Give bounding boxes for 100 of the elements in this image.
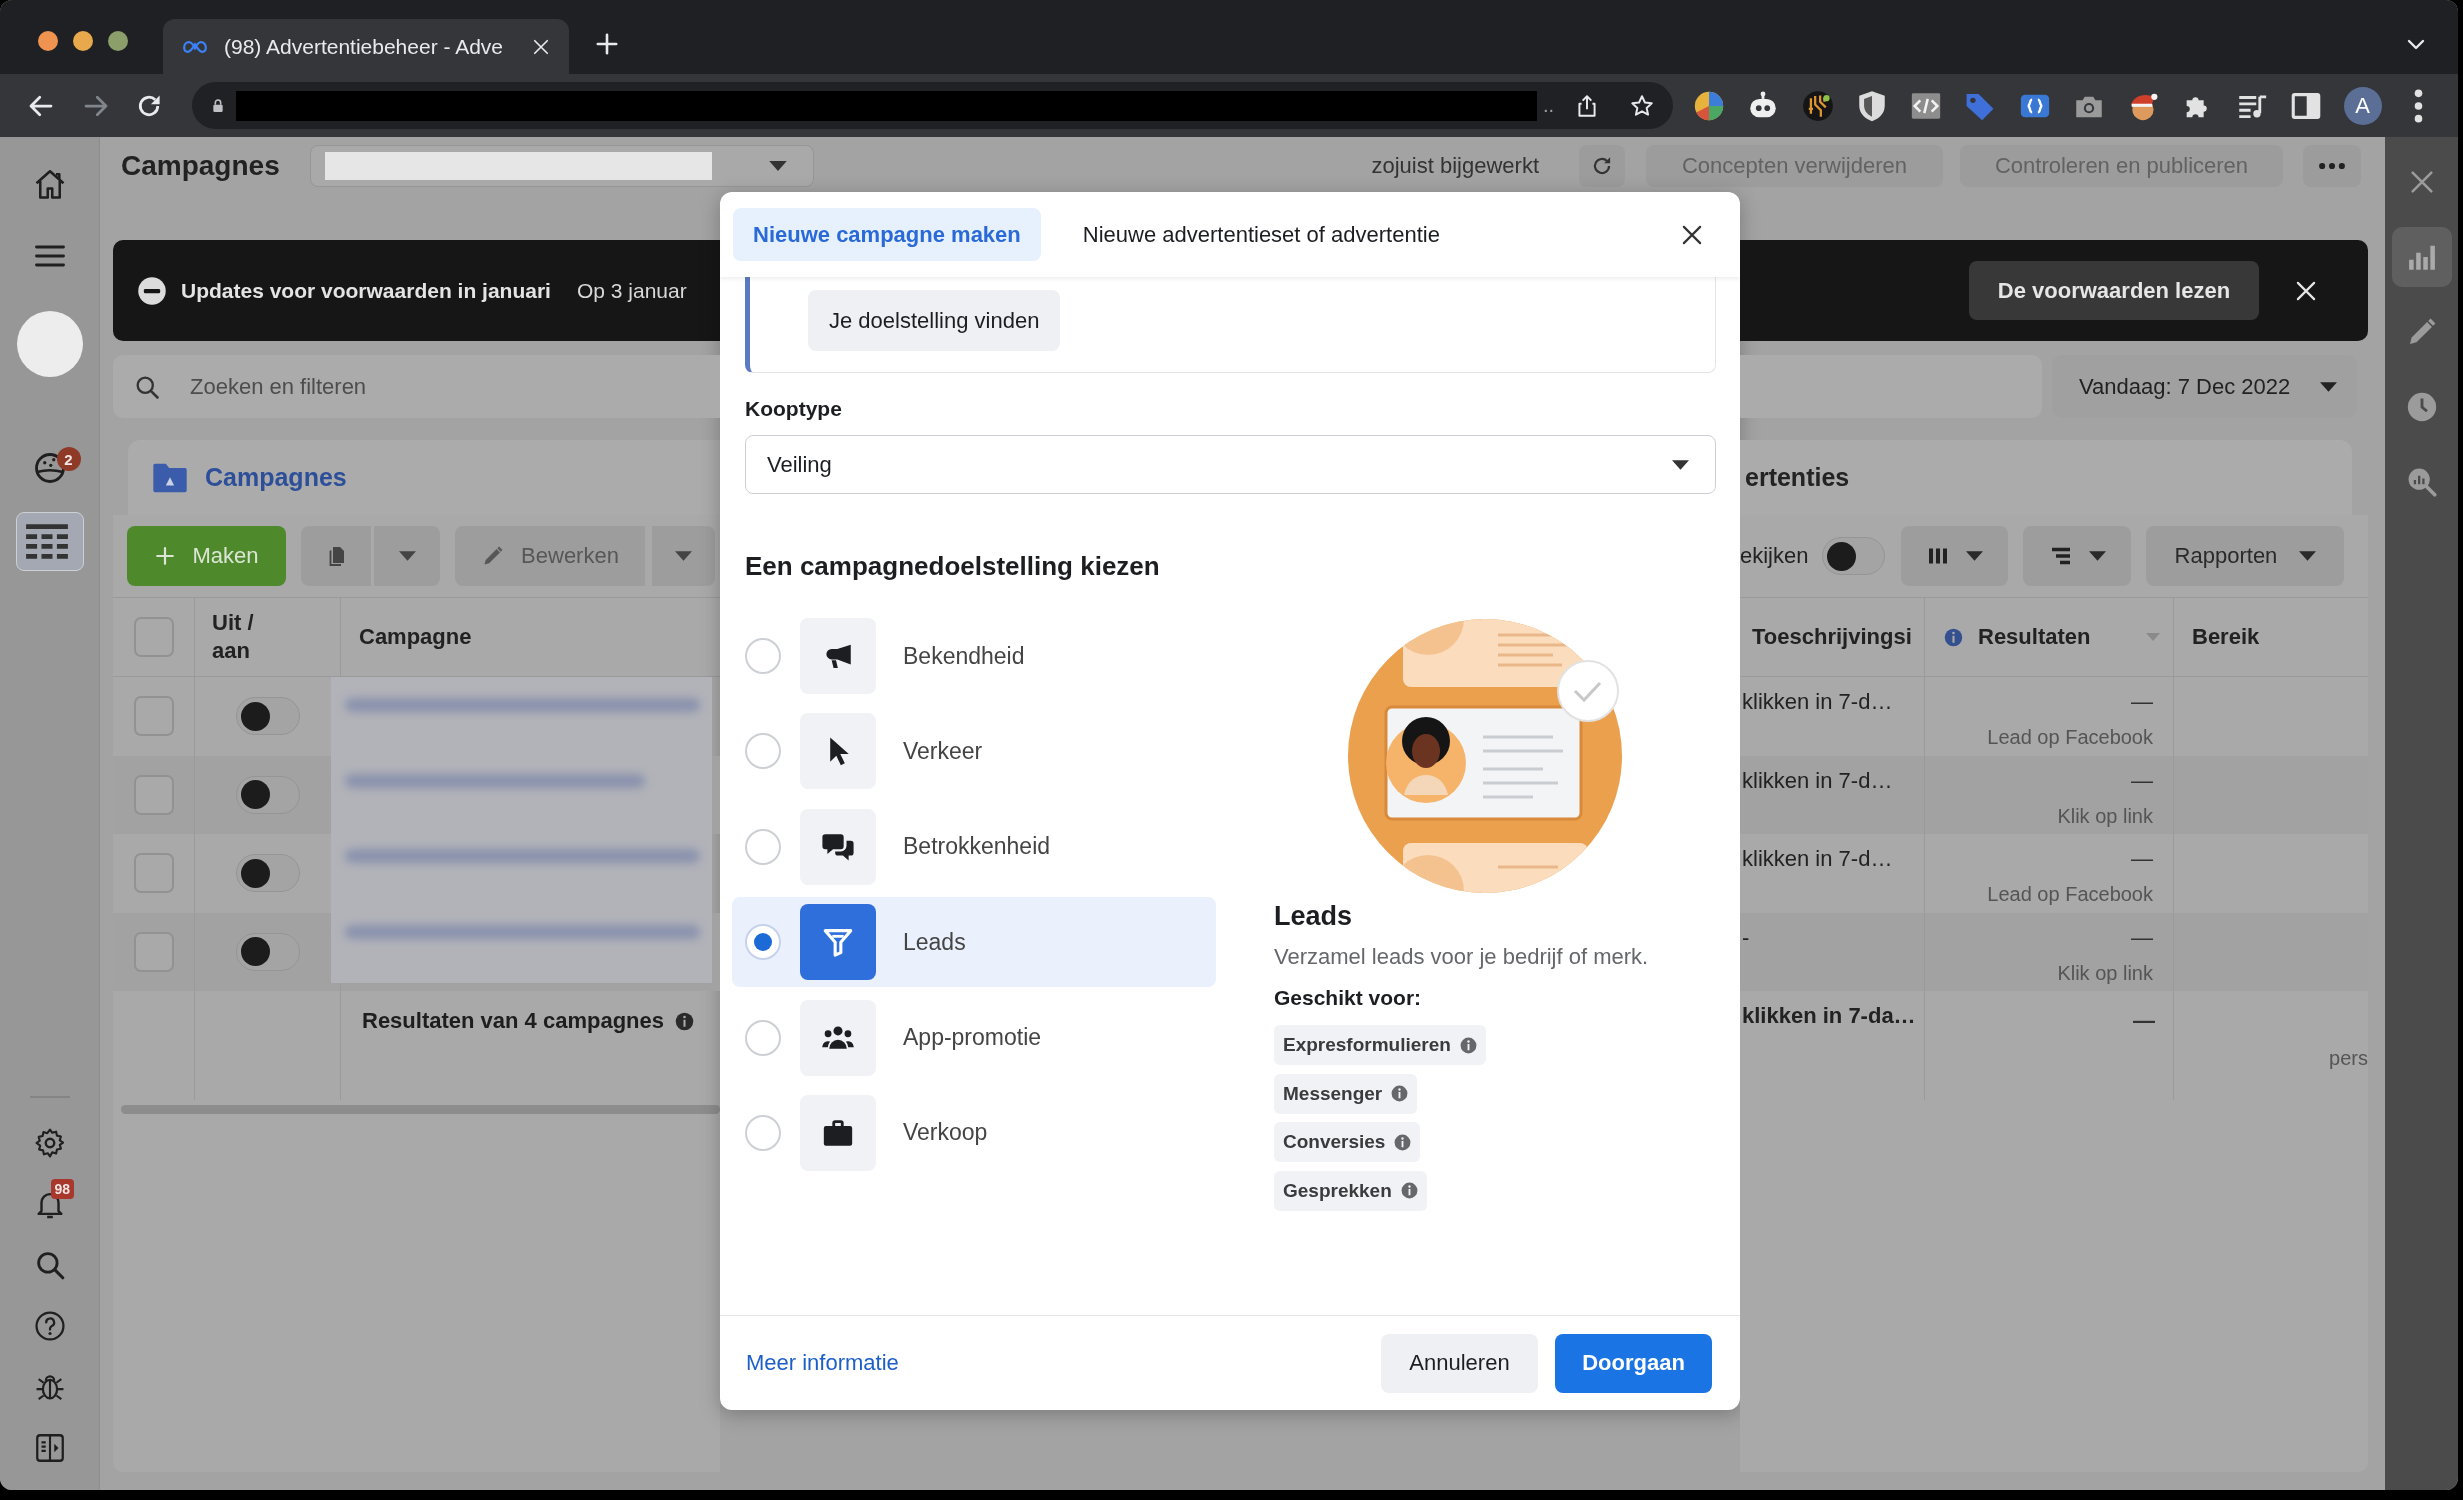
horizontal-scrollbar[interactable] [121, 1105, 720, 1114]
table-cell: - [1742, 923, 1750, 952]
nav-item[interactable] [15, 512, 84, 571]
info-icon[interactable] [1393, 1132, 1413, 1152]
find-objective-button[interactable]: Je doelstelling vinden [808, 290, 1061, 351]
table-cell: klikken in 7-d… [1742, 766, 1893, 795]
caret-icon [398, 551, 416, 561]
refresh-button[interactable] [1579, 145, 1625, 187]
funnel-icon [800, 904, 876, 981]
nav-item[interactable]: 98 [21, 1176, 78, 1232]
notification-badge: 98 [50, 1179, 75, 1199]
panel-tab[interactable]: ertenties [1740, 440, 2352, 515]
table-cell: klikken in 7-da… [1742, 1002, 1916, 1030]
url-text: .. [1543, 94, 1555, 117]
radio-button[interactable] [745, 1114, 781, 1151]
info-icon[interactable] [1458, 1035, 1478, 1055]
radio-button[interactable] [745, 638, 781, 674]
address-bar[interactable]: .. [192, 82, 1673, 129]
panel-tab[interactable]: Campagnes [128, 440, 720, 515]
cancel-button[interactable]: Annuleren [1381, 1333, 1538, 1393]
more-button[interactable] [2303, 145, 2361, 187]
chat-bubbles-icon [800, 808, 876, 885]
column-header: Campagne [359, 623, 472, 651]
zoom-window-icon[interactable] [108, 31, 128, 51]
side-panel-item[interactable] [2391, 227, 2452, 287]
minimize-window-icon[interactable] [73, 31, 93, 51]
toggle-switch[interactable] [1822, 537, 1886, 575]
minus-circle-icon [137, 275, 167, 306]
objective-option[interactable]: Betrokkenheid [732, 801, 1216, 892]
view-label: ekijken [1740, 543, 1809, 569]
more-info-link[interactable]: Meer informatie [746, 1350, 899, 1376]
lock-icon [210, 97, 226, 114]
breakdown-button[interactable] [2023, 526, 2132, 586]
more-icon [2319, 162, 2345, 170]
briefcase-icon [800, 1094, 876, 1171]
toggle-switch[interactable] [236, 854, 300, 893]
kebab-menu-icon[interactable] [2413, 88, 2423, 123]
toggle-switch[interactable] [236, 775, 300, 814]
objective-option[interactable]: App-promotie [732, 992, 1216, 1083]
table-cell-text: pers [2329, 1046, 2368, 1071]
objective-option[interactable]: Leads [732, 897, 1216, 988]
info-icon[interactable] [674, 1011, 695, 1032]
table-cell: klikken in 7-d… [1742, 845, 1893, 873]
radio-button[interactable] [745, 1019, 781, 1056]
reports-button[interactable]: Rapporten [2146, 526, 2345, 586]
suited-for-label: Geschikt voor: [1274, 985, 1422, 1011]
buy-type-select[interactable]: Veiling [745, 435, 1716, 494]
star-icon[interactable] [1629, 92, 1655, 119]
column-header: Uit / aan [212, 609, 255, 665]
nav-item[interactable]: 2 [17, 436, 82, 500]
column-header: Toeschrijvingsi [1752, 623, 1912, 651]
dialog-tab[interactable]: Nieuwe campagne maken [733, 208, 1041, 261]
circuit-icon[interactable] [1800, 88, 1835, 123]
continue-button[interactable]: Doorgaan [1555, 1333, 1712, 1393]
browser-tab[interactable]: (98) Advertentiebeheer - Adve [163, 19, 569, 74]
notification-badge: 2 [56, 447, 81, 471]
toggle-switch[interactable] [236, 932, 300, 971]
caret-icon [1672, 459, 1689, 470]
tag-label: Gesprekken [1283, 1179, 1392, 1202]
create-button[interactable]: Maken [127, 526, 286, 586]
section-heading: Een campagnedoelstelling kiezen [745, 551, 1161, 581]
plus-icon [154, 545, 177, 567]
columns-button[interactable] [1901, 526, 2009, 586]
result-value: — [2131, 766, 2153, 795]
caret-icon [2089, 551, 2106, 561]
search-field[interactable] [1740, 355, 2042, 418]
result-type: Lead op Facebook [1987, 882, 2153, 907]
profile-avatar[interactable]: A [2343, 86, 2382, 125]
status-text: zojuist bijgewerkt [1371, 152, 1539, 180]
result-value: — [2131, 845, 2153, 873]
result-value: — [2133, 1007, 2155, 1035]
notice-title: Updates voor voorwaarden in januari [181, 278, 551, 303]
toggle-switch[interactable] [236, 697, 300, 736]
dialog-tab[interactable]: Nieuwe advertentieset of advertentie [1062, 208, 1460, 261]
summary-label: Resultaten van 4 campagnes [362, 1007, 664, 1035]
tag-label: Conversies [1283, 1131, 1386, 1153]
people-icon [800, 999, 876, 1076]
radio-button[interactable] [745, 924, 781, 961]
column-header: Resultaten [1978, 623, 2091, 651]
radio-button[interactable] [745, 828, 781, 865]
info-icon[interactable] [1943, 626, 1964, 648]
objective-option[interactable]: Verkeer [732, 706, 1216, 797]
search-field[interactable]: Zoeken en filteren [113, 355, 720, 418]
result-value: — [2131, 688, 2153, 716]
result-type: Klik op link [2057, 960, 2153, 986]
read-terms-button[interactable]: De voorwaarden lezen [1969, 261, 2259, 320]
objective-option[interactable]: Bekendheid [732, 611, 1216, 701]
objective-option[interactable]: Verkoop [732, 1087, 1216, 1178]
caret-icon [1966, 551, 1984, 561]
close-window-icon[interactable] [38, 31, 58, 51]
plus-icon[interactable] [594, 31, 620, 57]
duplicate-button[interactable] [301, 526, 371, 586]
radio-button[interactable] [745, 733, 781, 770]
info-icon[interactable] [1390, 1084, 1410, 1103]
objective-title: Leads [1274, 901, 1353, 931]
info-icon[interactable] [1399, 1181, 1419, 1200]
caret-icon [768, 161, 787, 171]
dropdown-button[interactable] [652, 526, 715, 586]
caret-icon [2299, 551, 2317, 561]
result-type: Klik op link [2057, 803, 2153, 829]
